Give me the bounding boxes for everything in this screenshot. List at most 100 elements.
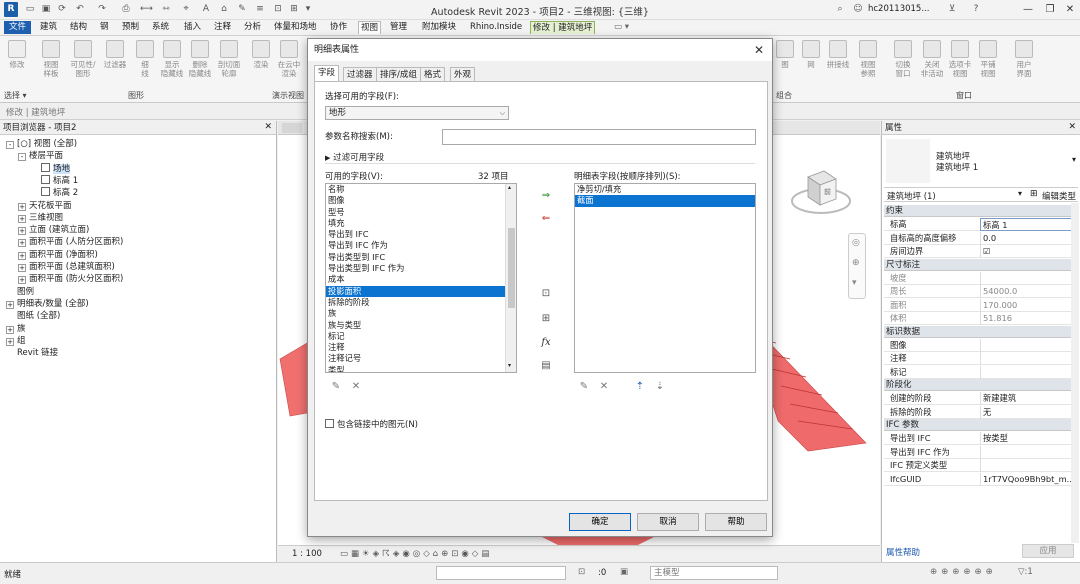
tree-node[interactable]: + 面积平面 (总建筑面积) <box>18 261 115 273</box>
view-button[interactable]: 图 <box>772 40 798 69</box>
filter-icon[interactable]: ▽:1 <box>1018 567 1033 577</box>
property-group-header[interactable]: 阶段化 <box>884 379 1072 391</box>
cut-profile-button[interactable]: 剖切面 轮廓 <box>214 40 244 78</box>
property-group-header[interactable]: 尺寸标注 <box>884 258 1072 271</box>
available-field-item[interactable]: 填充 <box>326 218 516 229</box>
user-icon[interactable]: ☺ <box>852 3 864 15</box>
matchline-button[interactable]: 拼接线 <box>824 40 852 69</box>
design-options-icon[interactable]: ⊡ <box>578 567 585 577</box>
tab-collaborate[interactable]: 协作 <box>328 21 349 34</box>
property-value[interactable]: 新建建筑 <box>980 392 1072 405</box>
cancel-button[interactable]: 取消 <box>637 513 699 531</box>
tab-architecture[interactable]: 建筑 <box>38 21 59 34</box>
tree-node[interactable]: + 族 <box>6 323 26 335</box>
tree-node[interactable]: - 楼层平面 <box>18 150 63 162</box>
user-name[interactable]: hc20113015... <box>868 4 929 14</box>
tab-structure[interactable]: 结构 <box>68 21 89 34</box>
property-value[interactable] <box>980 338 1072 352</box>
thin-lines-button[interactable]: 细 线 <box>132 40 158 78</box>
help-button[interactable]: 帮助 <box>705 513 767 531</box>
wheel-icon[interactable]: ◎ <box>852 238 860 248</box>
help-icon[interactable]: ? <box>970 3 982 15</box>
tree-node[interactable]: 标高 2 <box>30 187 78 199</box>
view-control-icons[interactable]: ▭▦☀◈☈◈◉◎◇⌂⊕⊡◉◇▤ <box>340 546 492 563</box>
available-field-item[interactable]: 导出到 IFC <box>326 229 516 240</box>
expand-icon[interactable]: + <box>18 214 26 223</box>
property-value[interactable]: 170.000 <box>980 298 1072 312</box>
tab-modify-floor[interactable]: 修改 | 建筑地坪 <box>530 21 596 34</box>
delete-schedule-icon[interactable]: ✕ <box>597 380 611 393</box>
show-hidden-button[interactable]: 显示 隐藏线 <box>158 40 186 78</box>
tree-node[interactable]: + 组 <box>6 335 26 347</box>
tab-manage[interactable]: 管理 <box>388 21 409 34</box>
tab-view[interactable]: 视图 <box>358 21 382 34</box>
workset-dropdown[interactable] <box>436 566 566 580</box>
pan-icon[interactable]: ▾ <box>852 278 857 288</box>
property-value[interactable] <box>980 459 1072 472</box>
tree-node[interactable]: 场地 <box>30 162 71 175</box>
tab-steel[interactable]: 钢 <box>98 21 111 34</box>
include-linked-checkbox[interactable]: 包含链接中的图元(N) <box>325 419 418 431</box>
available-field-item[interactable]: 导出到 IFC 作为 <box>326 240 516 251</box>
available-fields-list[interactable]: 名称 图像 型号 填充 导出到 IFC 导出到 IFC 作为 导出类型到 IFC 导出类型到 … <box>325 183 517 373</box>
expand-icon[interactable]: + <box>18 227 26 236</box>
remove-hidden-button[interactable]: 删除 隐藏线 <box>186 40 214 78</box>
collapse-icon[interactable]: - <box>18 153 26 162</box>
scroll-down-icon[interactable]: ▾ <box>508 362 511 369</box>
property-value[interactable]: 51.816 <box>980 312 1072 325</box>
tab-addins[interactable]: 附加模块 <box>420 21 458 34</box>
available-field-item[interactable]: 类型 <box>326 365 516 372</box>
tree-node[interactable]: Revit 链接 <box>6 347 58 359</box>
property-value[interactable]: 无 <box>980 405 1072 419</box>
available-field-item[interactable]: 型号 <box>326 207 516 218</box>
navigation-bar[interactable]: ◎ ⊕ ▾ <box>848 233 866 299</box>
expand-icon[interactable]: + <box>6 300 14 309</box>
close-icon[interactable]: ✕ <box>264 122 272 132</box>
cloud-render-button[interactable]: 在云中 渲染 <box>274 40 304 78</box>
schedule-field-item[interactable]: 净剪切/填充 <box>575 184 755 195</box>
available-field-item[interactable]: 导出类型到 IFC <box>326 252 516 263</box>
available-field-item[interactable]: 拆除的阶段 <box>326 297 516 308</box>
param-search-input[interactable] <box>442 129 756 145</box>
scroll-thumb[interactable] <box>508 228 515 308</box>
property-value[interactable]: 0.0 <box>980 231 1072 245</box>
filters-button[interactable]: 过滤器 <box>100 40 130 69</box>
tab-appearance[interactable]: 外观 <box>450 67 476 81</box>
available-field-item[interactable]: 标记 <box>326 331 516 342</box>
move-up-icon[interactable]: ⇡ <box>633 380 647 393</box>
expand-icon[interactable]: + <box>18 239 26 248</box>
tree-node[interactable]: + 明细表/数量 (全部) <box>6 298 89 310</box>
editable-only-icon[interactable]: ▣ <box>620 567 628 577</box>
property-value[interactable]: 按类型 <box>980 432 1072 445</box>
tree-node[interactable]: + 面积平面 (净面积) <box>18 249 98 261</box>
search-icon[interactable]: ⌕ <box>834 3 846 15</box>
properties-scrollbar[interactable] <box>1071 203 1079 543</box>
tree-node[interactable]: + 天花板平面 <box>18 200 72 212</box>
zoom-icon[interactable]: ⊕ <box>852 258 860 268</box>
expand-icon[interactable]: + <box>6 337 14 346</box>
tab-precast[interactable]: 预制 <box>120 21 141 34</box>
tab-fields[interactable]: 字段 <box>314 65 340 82</box>
modify-button[interactable]: 修改 <box>4 40 30 69</box>
tree-node[interactable]: 标高 1 <box>30 174 78 187</box>
property-value[interactable] <box>980 445 1072 459</box>
property-group-header[interactable]: 约束 <box>884 205 1072 217</box>
available-field-item[interactable]: 导出类型到 IFC 作为 <box>326 263 516 274</box>
expand-icon[interactable]: + <box>18 251 26 260</box>
tab-annotate[interactable]: 注释 <box>212 21 233 34</box>
type-selector-arrow-icon[interactable]: ▾ <box>1072 155 1076 164</box>
property-group-header[interactable]: 标识数据 <box>884 325 1072 338</box>
tree-node[interactable]: - [○] 视图 (全部) <box>6 138 77 150</box>
tab-sorting-grouping[interactable]: 排序/成组 <box>376 67 421 81</box>
tree-node[interactable]: + 面积平面 (防火分区面积) <box>18 273 123 285</box>
view-scale[interactable]: 1 : 100 <box>292 546 322 563</box>
view-template-button[interactable]: 视图 样板 <box>38 40 64 78</box>
tab-massing-site[interactable]: 体量和场地 <box>272 21 319 34</box>
combine-parameters-icon[interactable]: ⊞ <box>539 312 553 325</box>
available-field-item[interactable]: 名称 <box>326 184 516 195</box>
tab-formatting[interactable]: 格式 <box>420 67 446 81</box>
new-parameter-icon[interactable]: ⊡ <box>539 287 553 300</box>
tile-views-button[interactable]: 平铺 视图 <box>974 40 1002 78</box>
panel-toggle-icon[interactable]: ▭ ▾ <box>612 21 631 34</box>
tree-node[interactable]: + 三维视图 <box>18 212 63 224</box>
